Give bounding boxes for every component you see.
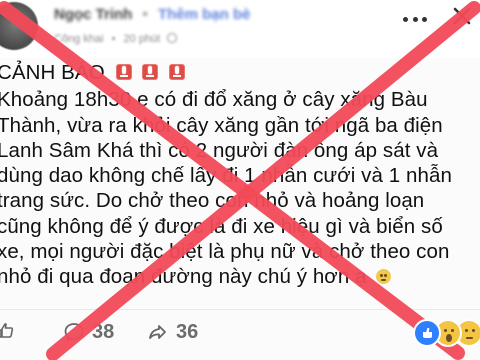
post-line-text: nhỏ đi qua đoạn đường này chú ý hơn ạ xyxy=(0,265,367,289)
post-line: Lanh Sâm Khá thì có 2 người đàn ông áp s… xyxy=(0,138,467,163)
siren-icon xyxy=(142,64,159,80)
comment-icon xyxy=(64,323,84,342)
post-line: Khoảng 18h30 e có đi đổ xăng ở cây xăng … xyxy=(0,87,467,112)
meta-separator: • xyxy=(111,33,116,45)
post-line-text: dùng dao không chế lấy đi 1 nhẫn cưới và… xyxy=(0,164,452,188)
more-dot-1 xyxy=(403,16,408,22)
post-title: CẢNH BÁO xyxy=(0,61,105,84)
pleading-face-icon xyxy=(376,269,392,285)
post-line-text: xe, mọi người đặc biệt là phụ nữ và chở … xyxy=(0,240,450,264)
more-options-icon[interactable] xyxy=(403,10,427,28)
post-line: dùng dao không chế lấy đi 1 nhẫn cưới và… xyxy=(0,163,467,188)
reaction-summary[interactable] xyxy=(413,314,480,350)
add-friend-link[interactable]: Thêm bạn bè xyxy=(158,6,251,23)
siren-icon xyxy=(169,64,186,80)
globe-icon xyxy=(167,33,178,43)
audience-label: Công khai xyxy=(54,33,104,45)
emoji-mouth xyxy=(381,279,387,282)
post-line-text: Khoảng 18h30 e có đi đổ xăng ở cây xăng … xyxy=(0,88,428,112)
comment-action[interactable]: 38 xyxy=(63,318,143,346)
author-separator: • xyxy=(142,6,148,23)
siren-icon xyxy=(115,64,132,80)
post-body: CẢNH BÁO Khoảng 18h30 e có đi đổ xăng ở … xyxy=(0,60,467,290)
post-line: Thành, vừa ra khỏi cây xăng gần tới ngã … xyxy=(0,113,467,138)
share-action[interactable]: 36 xyxy=(147,318,222,346)
like-reaction-icon xyxy=(413,319,441,347)
author-line: Ngọc Trinh • Thêm bạn bè xyxy=(54,6,250,23)
close-icon[interactable] xyxy=(450,4,474,28)
post-actions: 38 36 xyxy=(0,318,480,346)
post-line: nhỏ đi qua đoạn đường này chú ý hơn ạ xyxy=(0,264,467,289)
post-header: Ngọc Trinh • Thêm bạn bè Công khai • 20 … xyxy=(0,0,480,58)
post-line: cũng không để ý được là đi xe hiệu gì và… xyxy=(0,214,467,239)
share-count: 36 xyxy=(176,320,199,343)
author-avatar[interactable] xyxy=(0,2,38,50)
like-icon[interactable] xyxy=(0,322,14,340)
comment-count: 38 xyxy=(92,320,115,343)
more-dot-2 xyxy=(412,16,418,22)
post-time: 20 phút xyxy=(123,33,161,45)
facebook-post-screenshot: Ngọc Trinh • Thêm bạn bè Công khai • 20 … xyxy=(0,0,480,360)
author-name[interactable]: Ngọc Trinh xyxy=(54,6,132,23)
post-meta: Công khai • 20 phút xyxy=(54,33,178,45)
post-divider xyxy=(0,309,480,310)
post-line-text: trang sức. Do chở theo con nhỏ và hoảng … xyxy=(0,189,425,213)
post-line: trang sức. Do chở theo con nhỏ và hoảng … xyxy=(0,188,467,213)
post-line: xe, mọi người đặc biệt là phụ nữ và chở … xyxy=(0,239,467,264)
post-line-text: Thành, vừa ra khỏi cây xăng gần tới ngã … xyxy=(0,113,443,137)
post-title-line: CẢNH BÁO xyxy=(0,60,467,85)
share-icon xyxy=(149,325,166,339)
post-line-text: Lanh Sâm Khá thì có 2 người đàn ông áp s… xyxy=(0,138,439,162)
post-line-text: cũng không để ý được là đi xe hiệu gì và… xyxy=(0,214,443,238)
more-dot-3 xyxy=(422,16,427,22)
